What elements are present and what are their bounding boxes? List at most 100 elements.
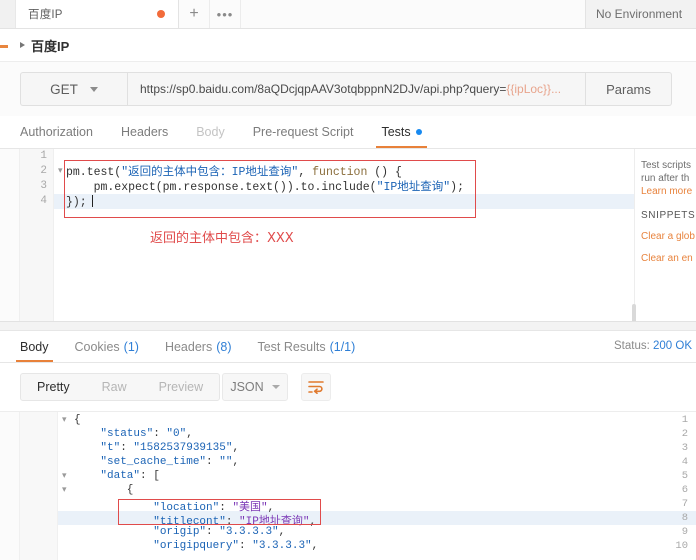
response-tab-count: (1) [123, 339, 139, 354]
help-description-line1: Test scripts [641, 160, 692, 171]
response-code-token: : [206, 526, 220, 538]
response-tab-strip: Status: 200 OK Body Cookies (1) Headers (8) T… [0, 331, 696, 363]
response-code-line: "set_cache_time": "", [74, 456, 239, 468]
response-code-token: "3.3.3.3" [219, 526, 279, 538]
response-fold-toggle-icon[interactable]: ▾ [62, 484, 67, 495]
params-button[interactable]: Params [586, 72, 672, 106]
tab-options-button[interactable]: ••• [210, 0, 241, 28]
response-code-token [74, 470, 100, 482]
response-code-line: "data": [ [74, 470, 160, 482]
line-number: 3 [40, 180, 47, 192]
code-token: }); [66, 196, 87, 209]
request-tab-headers[interactable]: Headers [121, 116, 168, 148]
code-token: "IP地址查询" [376, 181, 451, 194]
response-tab-label: Headers [164, 339, 213, 354]
response-fold-toggle-icon[interactable]: ▾ [62, 470, 67, 481]
response-line-number: 3 [681, 442, 688, 454]
response-code-token: : [ [140, 470, 160, 482]
unsaved-changes-dot-icon [157, 10, 165, 18]
request-tab-baidu-ip[interactable]: 百度IP [16, 0, 179, 28]
request-tab-label: Headers [120, 125, 169, 139]
tests-present-dot-icon [415, 129, 422, 135]
plus-icon: + [189, 5, 199, 22]
postman-window: 百度IP + ••• No Environment 百度IP GET https… [0, 0, 696, 560]
page-title: 百度IP [31, 38, 70, 54]
response-tab-cookies[interactable]: Cookies (1) [75, 331, 139, 362]
response-code-token: , [278, 526, 286, 538]
response-code-token: , [311, 540, 319, 552]
response-code-token: : [120, 442, 134, 454]
response-code-token: "set_cache_time" [100, 456, 207, 468]
status-value: 200 OK [653, 340, 692, 352]
response-gutter [20, 412, 58, 560]
request-tab-label: Tests [381, 125, 411, 139]
response-view-mode-pretty[interactable]: Pretty [21, 374, 86, 400]
learn-more-link[interactable]: Learn more [641, 185, 696, 198]
request-tab-label: Body [196, 125, 225, 139]
request-tab-authorization[interactable]: Authorization [20, 116, 93, 148]
response-tab-headers[interactable]: Headers (8) [165, 331, 232, 362]
help-description-line2: run after th [641, 173, 690, 184]
code-line: pm.expect(pm.response.text()).to.include… [66, 180, 464, 195]
response-code-token: "0" [166, 428, 187, 440]
response-tab-body[interactable]: Body [16, 331, 52, 362]
response-code-token: , [232, 456, 240, 468]
url-bar: GET https://sp0.baidu.com/8aQDcjqpAAV3ot… [20, 72, 672, 106]
chevron-down-icon [89, 86, 98, 92]
editor-left-rail [0, 149, 20, 321]
response-code-line: { [74, 414, 81, 426]
code-line: pm.test("返回的主体中包含：IP地址查询", function () { [66, 165, 402, 180]
panel-splitter[interactable] [0, 321, 696, 331]
url-truncation-ellipsis: ... [551, 82, 562, 96]
http-method-select[interactable]: GET [20, 72, 127, 106]
code-token: "返回的主体中包含：IP地址查询" [121, 166, 299, 179]
request-tab-label: 百度IP [28, 9, 63, 21]
code-editor[interactable]: 1 2 3 4 ▾ pm.test("返回的主体中包含：IP地址查询", fun… [20, 149, 636, 332]
response-language-select[interactable]: JSON [222, 373, 288, 401]
request-tab-tests[interactable]: Tests [376, 116, 427, 148]
chevron-right-icon[interactable] [20, 42, 25, 48]
code-line: }); [66, 195, 87, 210]
snippet-item-clear-environment[interactable]: Clear an en [641, 252, 696, 265]
request-tab-body[interactable]: Body [196, 116, 225, 148]
response-code-line: "status": "0", [74, 428, 192, 440]
response-code-token: "t" [100, 442, 121, 454]
code-token: pm.test( [66, 166, 122, 179]
response-body-viewer[interactable]: 1 2 3 4 5 6 7 8 9 10 ▾ ▾ ▾ { "status": "0", "t": "1… [0, 411, 696, 560]
environment-selector[interactable]: No Environment [586, 0, 696, 28]
tab-bar: 百度IP + ••• No Environment [0, 0, 696, 29]
request-tab-pre-request-script[interactable]: Pre-request Script [253, 116, 354, 148]
tests-editor-area: 1 2 3 4 ▾ pm.test("返回的主体中包含：IP地址查询", fun… [0, 149, 696, 332]
tab-bar-empty-space [241, 0, 586, 28]
active-line-highlight [20, 194, 634, 209]
response-code-token: : [206, 456, 220, 468]
response-code-token: { [74, 484, 134, 496]
response-code-line: "origipquery": "3.3.3.3", [74, 540, 318, 552]
sidebar-rail-marker [0, 45, 8, 48]
url-input[interactable]: https://sp0.baidu.com/8aQDcjqpAAV3otqbpp… [127, 72, 586, 106]
response-code-token: "3.3.3.3" [252, 540, 312, 552]
response-tab-label: Body [20, 339, 49, 354]
response-line-number: 5 [681, 470, 688, 482]
url-bar-region: GET https://sp0.baidu.com/8aQDcjqpAAV3ot… [0, 62, 696, 168]
line-number: 1 [40, 150, 47, 162]
chevron-down-icon [271, 385, 280, 389]
code-token: pm.expect(pm.response.text()).to.include… [66, 181, 377, 194]
response-fold-toggle-icon[interactable]: ▾ [62, 414, 67, 425]
snippet-item-clear-global[interactable]: Clear a glob [641, 230, 696, 243]
response-code-token [74, 428, 100, 440]
response-code-token [74, 540, 153, 552]
new-tab-button[interactable]: + [179, 0, 210, 28]
response-view-mode-preview[interactable]: Preview [143, 374, 219, 400]
code-fold-toggle-icon[interactable]: ▾ [58, 165, 63, 176]
request-tab-label: Authorization [20, 125, 93, 139]
response-view-mode-raw[interactable]: Raw [86, 374, 143, 400]
editor-gutter: 1 2 3 4 [20, 149, 54, 321]
code-token: function [312, 166, 368, 179]
response-tab-test-results[interactable]: Test Results (1/1) [257, 331, 355, 362]
response-code-token: , [232, 442, 240, 454]
annotation-text-test-script: 返回的主体中包含：XXX [150, 231, 294, 246]
word-wrap-button[interactable] [301, 373, 331, 401]
response-code-token: "" [219, 456, 233, 468]
response-code-line: "origip": "3.3.3.3", [74, 526, 285, 538]
